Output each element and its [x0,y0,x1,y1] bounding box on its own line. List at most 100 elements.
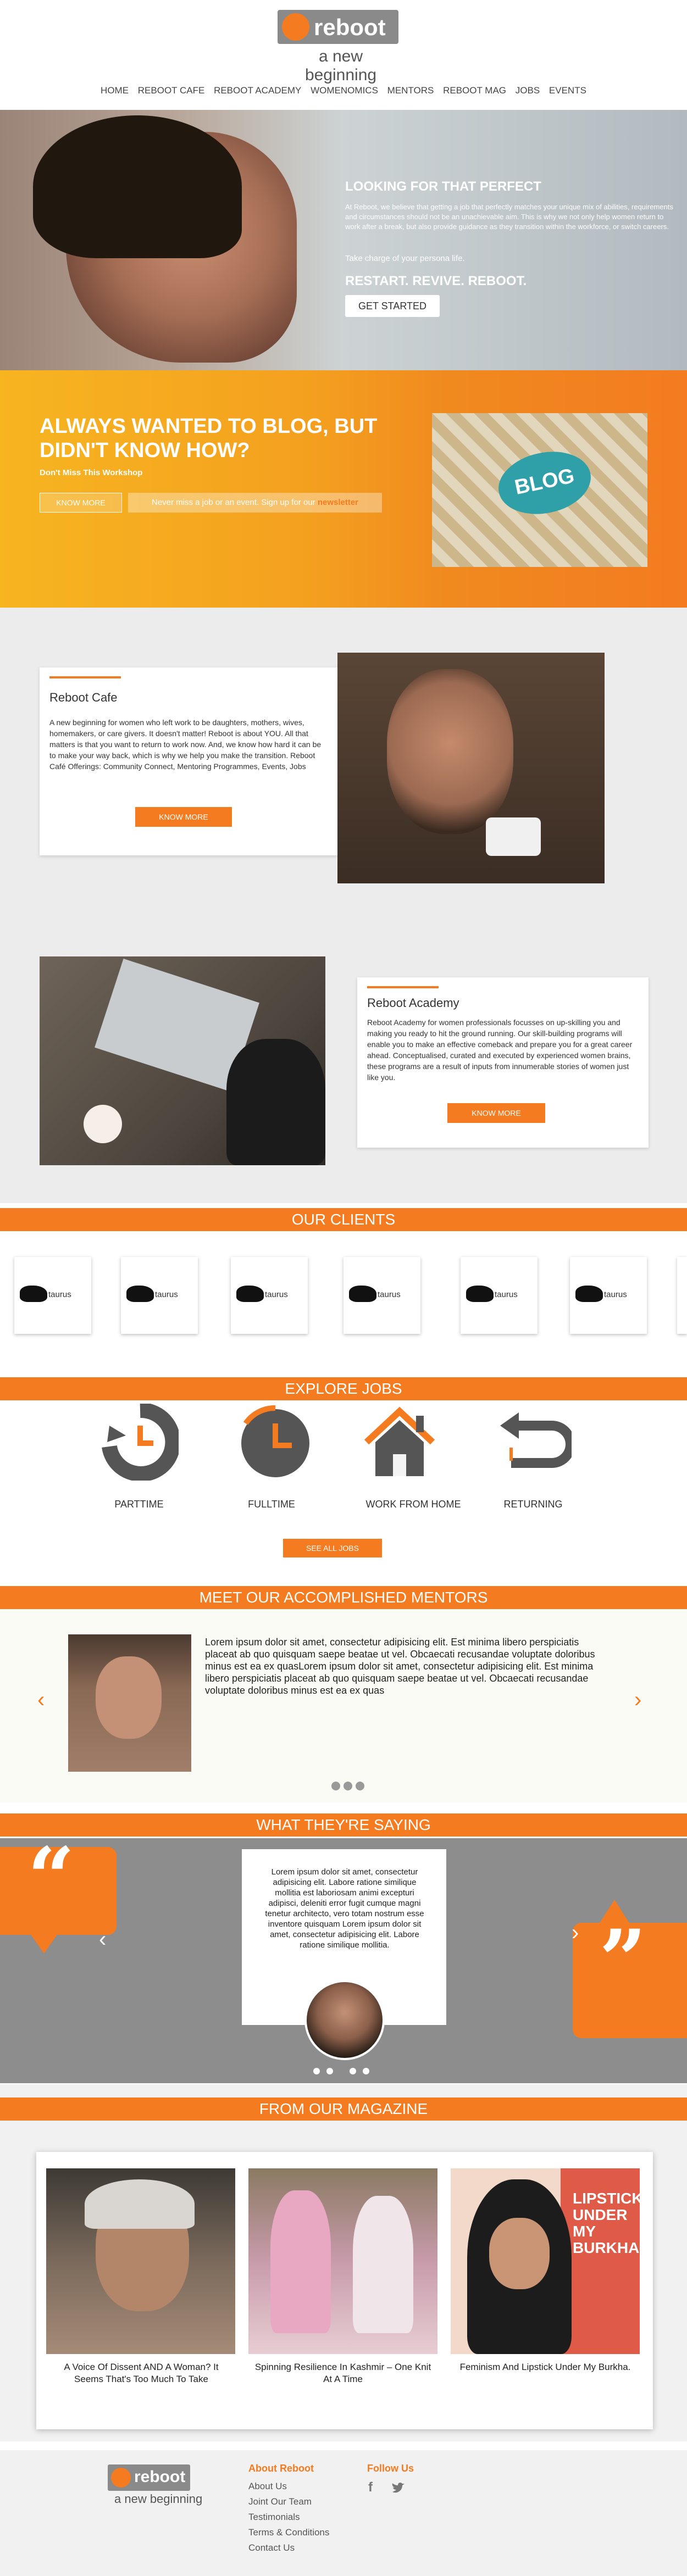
mentor-carousel-dot[interactable] [356,1782,364,1790]
see-all-jobs-button[interactable]: SEE ALL JOBS [283,1539,382,1557]
nav-reboot-mag[interactable]: REBOOT MAG [443,85,506,96]
mentor-carousel-dot[interactable] [331,1782,340,1790]
bull-icon [575,1286,603,1302]
client-logo[interactable]: taurus [231,1257,308,1334]
job-label-parttime[interactable]: PARTTIME [84,1499,194,1510]
magazine-caption-2[interactable]: Spinning Resilience In Kashmir – One Kni… [252,2361,434,2385]
reboot-academy-know-more-button[interactable]: KNOW MORE [447,1103,545,1123]
hero-copy: At Reboot, we believe that getting a job… [345,203,673,231]
clock-icon[interactable] [237,1404,314,1481]
client-name: taurus [604,1290,627,1299]
client-logo-partial[interactable] [677,1257,687,1334]
blog-subtitle: Don't Miss This Workshop [40,468,143,477]
client-logo[interactable]: taurus [121,1257,198,1334]
refresh-clock-icon[interactable] [102,1404,179,1481]
testimonial-next-arrow-icon[interactable]: › [572,1921,579,1945]
mag-3-face [489,2218,550,2289]
footer-link-terms[interactable]: Terms & Conditions [248,2527,329,2538]
testimonial-quote: Lorem ipsum dolor sit amet, consectetur … [265,1867,424,1950]
hero-tagline: RESTART. REVIVE. REBOOT. [345,274,527,288]
bull-icon [349,1286,376,1302]
reboot-cafe-know-more-button[interactable]: KNOW MORE [135,807,232,827]
job-label-returning[interactable]: RETURNING [478,1499,588,1510]
return-arrow-icon[interactable] [495,1404,572,1481]
card-accent-bar [367,986,439,988]
footer-link-team[interactable]: Joint Our Team [248,2496,312,2507]
magazine-image-2[interactable] [248,2168,437,2354]
testimonial-prev-arrow-icon[interactable]: ‹ [99,1927,106,1952]
magazine-caption-1[interactable]: A Voice Of Dissent AND A Woman? It Seems… [51,2361,232,2385]
mag-3-poster-title: LIPSTICK UNDER MY BURKHA [573,2190,643,2256]
academy-person [226,1039,325,1165]
cafe-photo-cup [486,817,541,856]
nav-reboot-cafe[interactable]: REBOOT CAFE [138,85,205,96]
magazine-caption-3[interactable]: Feminism And Lipstick Under My Burkha. [455,2361,636,2373]
reboot-academy-title: Reboot Academy [367,996,459,1010]
main-nav: HOME REBOOT CAFE REBOOT ACADEMY WOMENOMI… [0,85,687,96]
reboot-academy-card: Reboot Academy Reboot Academy for women … [357,977,649,1148]
magazine-header: FROM OUR MAGAZINE [0,2097,687,2121]
client-logo[interactable]: taurus [461,1257,538,1334]
mentor-next-arrow-icon[interactable]: › [634,1688,641,1712]
testimonial-carousel-dot[interactable] [326,2068,333,2074]
mentor-carousel-dot[interactable] [344,1782,352,1790]
card-accent-bar [49,676,121,678]
mag-1-hair [85,2179,195,2229]
newsletter-text: Never miss a job or an event. Sign up fo… [151,498,318,507]
mag-2-figure-left [270,2190,331,2333]
hero-copy-2: Take charge of your persona life. [345,254,465,263]
reboot-cafe-title: Reboot Cafe [49,691,118,704]
client-logo[interactable]: taurus [570,1257,647,1334]
nav-mentors[interactable]: MENTORS [387,85,434,96]
facebook-icon[interactable]: f [368,2480,373,2495]
logo-text: reboot [314,14,386,40]
get-started-button[interactable]: GET STARTED [345,295,440,317]
quote-bubble-left-tail [29,1932,59,1954]
testimonials-header: WHAT THEY'RE SAYING [0,1813,687,1837]
mag-2-figure-right [353,2196,413,2333]
site-logo[interactable]: reboot [278,10,398,44]
footer-link-contact[interactable]: Contact Us [248,2542,295,2553]
academy-coffee-cup [84,1105,122,1143]
client-name: taurus [48,1290,71,1299]
nav-home[interactable]: HOME [101,85,129,96]
nav-womenomics[interactable]: WOMENOMICS [311,85,378,96]
home-icon[interactable] [361,1404,438,1481]
footer-logo[interactable]: reboot [108,2464,190,2491]
open-quote-icon: “ [27,1829,75,1926]
hero-title: LOOKING FOR THAT PERFECT [345,179,541,194]
nav-events[interactable]: EVENTS [549,85,586,96]
magazine-image-1[interactable] [46,2168,235,2354]
bull-icon [236,1286,264,1302]
newsletter-link[interactable]: newsletter [318,498,358,507]
client-logo[interactable]: taurus [14,1257,91,1334]
twitter-icon[interactable] [391,2482,406,2494]
mentor-prev-arrow-icon[interactable]: ‹ [37,1688,45,1712]
job-label-fulltime[interactable]: FULLTIME [217,1499,326,1510]
testimonial-carousel-dot[interactable] [363,2068,369,2074]
blog-know-more-button[interactable]: KNOW MORE [40,493,122,513]
testimonial-avatar [304,1980,385,2060]
footer-link-about[interactable]: About Us [248,2481,287,2492]
footer-link-testimonials[interactable]: Testimonials [248,2512,300,2523]
footer-logo-symbol-icon [111,2468,131,2488]
magazine-image-3[interactable]: LIPSTICK UNDER MY BURKHA [451,2168,643,2354]
testimonial-carousel-dot[interactable] [350,2068,356,2074]
nav-reboot-academy[interactable]: REBOOT ACADEMY [214,85,301,96]
client-name: taurus [378,1290,401,1299]
footer-follow-title: Follow Us [367,2463,414,2474]
footer-about-title: About Reboot [248,2463,314,2474]
client-logo[interactable]: taurus [344,1257,420,1334]
nav-jobs[interactable]: JOBS [516,85,540,96]
footer [0,2450,687,2576]
reboot-academy-photo [40,956,325,1165]
mentors-header: MEET OUR ACCOMPLISHED MENTORS [0,1586,687,1609]
job-label-work-from-home[interactable]: WORK FROM HOME [358,1499,468,1510]
reboot-academy-text: Reboot Academy for women professionals f… [367,1018,633,1082]
testimonial-carousel-dot[interactable] [313,2068,320,2074]
blog-image: BLOG [432,413,647,567]
mentor-face [96,1656,162,1739]
logo-symbol-icon [282,13,309,41]
cafe-photo-woman [387,669,513,834]
footer-logo-text: reboot [134,2468,186,2486]
